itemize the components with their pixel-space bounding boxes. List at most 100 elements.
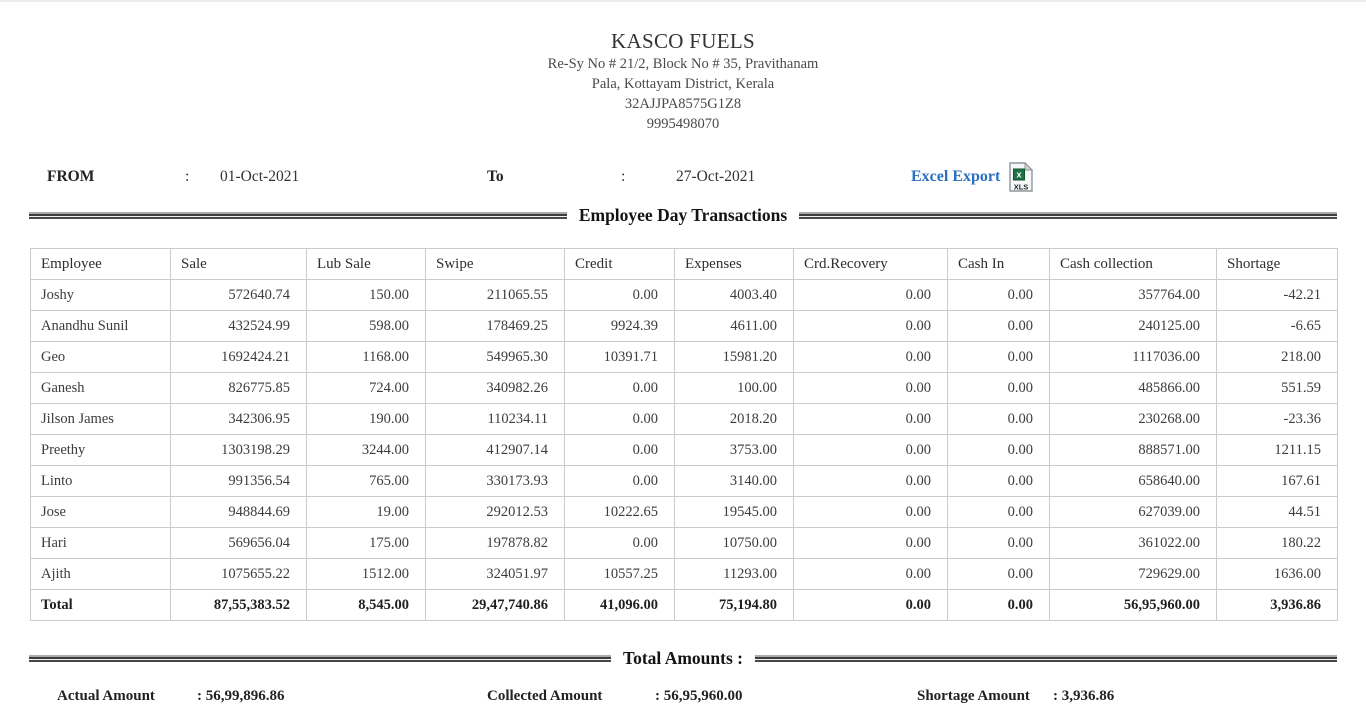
value-cell: 0.00	[565, 435, 675, 466]
section-header-total-amounts: Total Amounts :	[29, 647, 1337, 669]
column-header-employee: Employee	[31, 249, 171, 280]
section-header-employee-day-transactions: Employee Day Transactions	[29, 204, 1337, 226]
value-cell: 361022.00	[1050, 528, 1217, 559]
employee-name-cell: Ganesh	[31, 373, 171, 404]
excel-export-link[interactable]: Excel Export x XLS	[911, 162, 1033, 192]
employee-name-cell: Anandhu Sunil	[31, 311, 171, 342]
table-total-row: Total87,55,383.528,545.0029,47,740.8641,…	[31, 590, 1338, 621]
value-cell: 948844.69	[171, 497, 307, 528]
value-cell: 1211.15	[1217, 435, 1338, 466]
value-cell: 729629.00	[1050, 559, 1217, 590]
value-cell: 230268.00	[1050, 404, 1217, 435]
excel-export-label[interactable]: Excel Export	[911, 162, 1000, 192]
value-cell: 0.00	[794, 466, 948, 497]
column-header-expenses: Expenses	[675, 249, 794, 280]
value-cell: 0.00	[948, 373, 1050, 404]
table-row: Geo1692424.211168.00549965.3010391.71159…	[31, 342, 1338, 373]
value-cell: 9924.39	[565, 311, 675, 342]
date-filter-row: FROM : 01-Oct-2021 To : 27-Oct-2021 Exce…	[0, 162, 1366, 192]
value-cell: 0.00	[565, 404, 675, 435]
employee-name-cell: Jilson James	[31, 404, 171, 435]
value-cell: 180.22	[1217, 528, 1338, 559]
value-cell: 0.00	[948, 497, 1050, 528]
double-rule-line	[755, 655, 1337, 662]
value-cell: 991356.54	[171, 466, 307, 497]
value-cell: 888571.00	[1050, 435, 1217, 466]
total-value-cell: 87,55,383.52	[171, 590, 307, 621]
xls-file-icon[interactable]: x XLS	[1009, 162, 1033, 192]
column-header-shortage: Shortage	[1217, 249, 1338, 280]
employee-name-cell: Ajith	[31, 559, 171, 590]
value-cell: 3244.00	[307, 435, 426, 466]
to-label: To	[487, 162, 504, 192]
employee-name-cell: Jose	[31, 497, 171, 528]
value-cell: 0.00	[794, 280, 948, 311]
employee-transactions-table: EmployeeSaleLub SaleSwipeCreditExpensesC…	[30, 248, 1338, 621]
value-cell: 357764.00	[1050, 280, 1217, 311]
double-rule-line	[29, 655, 611, 662]
company-name: KASCO FUELS	[0, 28, 1366, 54]
value-cell: 10750.00	[675, 528, 794, 559]
column-header-swipe: Swipe	[426, 249, 565, 280]
shortage-amount-group: Shortage Amount : 3,936.86	[917, 681, 1114, 711]
total-value-cell: 41,096.00	[565, 590, 675, 621]
report-page: KASCO FUELS Re-Sy No # 21/2, Block No # …	[0, 2, 1366, 711]
value-cell: 10391.71	[565, 342, 675, 373]
value-cell: 100.00	[675, 373, 794, 404]
total-amounts-row: Actual Amount : 56,99,896.86 Collected A…	[0, 681, 1366, 711]
company-address-line1: Re-Sy No # 21/2, Block No # 35, Pravitha…	[0, 54, 1366, 74]
value-cell: 0.00	[948, 311, 1050, 342]
table-row: Jose948844.6919.00292012.5310222.6519545…	[31, 497, 1338, 528]
value-cell: 0.00	[948, 404, 1050, 435]
value-cell: 330173.93	[426, 466, 565, 497]
value-cell: -6.65	[1217, 311, 1338, 342]
value-cell: 150.00	[307, 280, 426, 311]
value-cell: 211065.55	[426, 280, 565, 311]
value-cell: 175.00	[307, 528, 426, 559]
actual-amount-label: Actual Amount	[57, 681, 197, 711]
value-cell: 432524.99	[171, 311, 307, 342]
value-cell: 0.00	[565, 466, 675, 497]
total-value-cell: 29,47,740.86	[426, 590, 565, 621]
value-cell: 0.00	[794, 559, 948, 590]
from-label: FROM	[47, 162, 94, 192]
table-header-row: EmployeeSaleLub SaleSwipeCreditExpensesC…	[31, 249, 1338, 280]
value-cell: 3140.00	[675, 466, 794, 497]
column-header-crd-recovery: Crd.Recovery	[794, 249, 948, 280]
employee-name-cell: Linto	[31, 466, 171, 497]
value-cell: 412907.14	[426, 435, 565, 466]
table-row: Ganesh826775.85724.00340982.260.00100.00…	[31, 373, 1338, 404]
table-row: Preethy1303198.293244.00412907.140.00375…	[31, 435, 1338, 466]
value-cell: 1117036.00	[1050, 342, 1217, 373]
value-cell: 1512.00	[307, 559, 426, 590]
from-colon: :	[185, 162, 189, 192]
column-header-cash-collection: Cash collection	[1050, 249, 1217, 280]
value-cell: 340982.26	[426, 373, 565, 404]
value-cell: 0.00	[794, 497, 948, 528]
value-cell: 1303198.29	[171, 435, 307, 466]
from-date-value: 01-Oct-2021	[220, 162, 299, 192]
value-cell: 3753.00	[675, 435, 794, 466]
value-cell: 197878.82	[426, 528, 565, 559]
value-cell: 4003.40	[675, 280, 794, 311]
value-cell: 0.00	[794, 435, 948, 466]
value-cell: 1075655.22	[171, 559, 307, 590]
actual-amount-group: Actual Amount : 56,99,896.86	[57, 681, 285, 711]
section-title-employee-day-transactions: Employee Day Transactions	[579, 204, 787, 226]
xls-icon-label: XLS	[1014, 183, 1029, 192]
value-cell: 1636.00	[1217, 559, 1338, 590]
value-cell: -42.21	[1217, 280, 1338, 311]
value-cell: -23.36	[1217, 404, 1338, 435]
value-cell: 0.00	[565, 373, 675, 404]
company-address-line2: Pala, Kottayam District, Kerala	[0, 74, 1366, 94]
value-cell: 0.00	[794, 342, 948, 373]
value-cell: 0.00	[565, 528, 675, 559]
table-row: Anandhu Sunil432524.99598.00178469.25992…	[31, 311, 1338, 342]
employee-name-cell: Joshy	[31, 280, 171, 311]
double-rule-line	[799, 212, 1337, 219]
value-cell: 569656.04	[171, 528, 307, 559]
section-title-total-amounts: Total Amounts :	[623, 647, 743, 669]
value-cell: 0.00	[948, 280, 1050, 311]
value-cell: 0.00	[794, 528, 948, 559]
employee-table-body: Joshy572640.74150.00211065.550.004003.40…	[31, 280, 1338, 590]
